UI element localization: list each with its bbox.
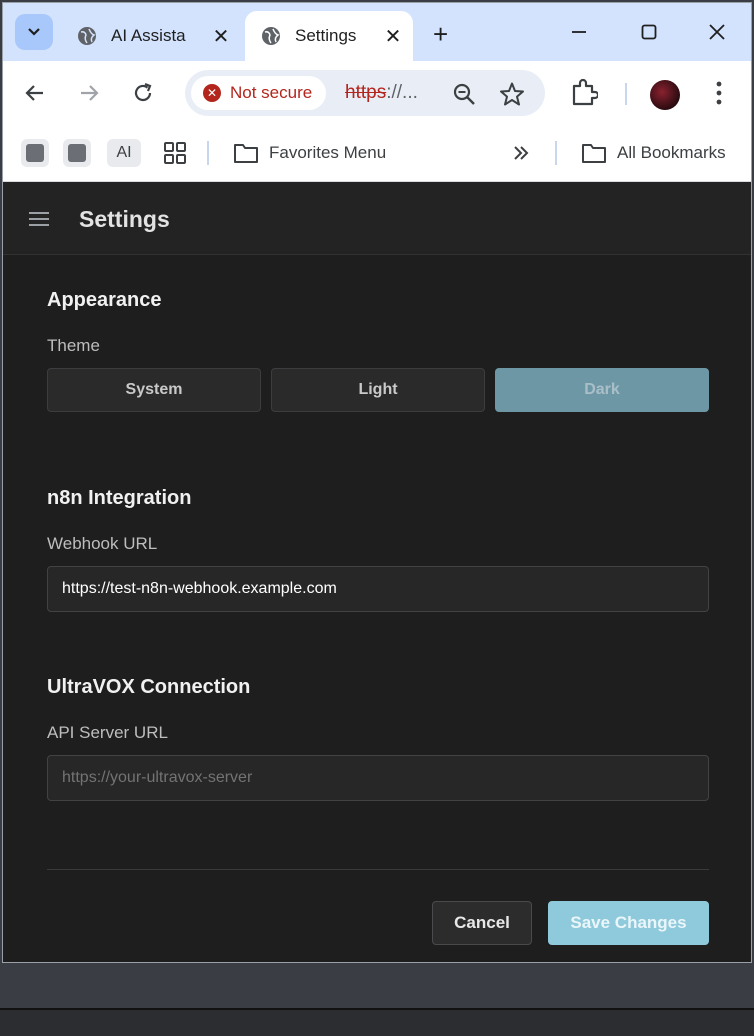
webhook-url-label: Webhook URL (47, 534, 158, 553)
arrow-left-icon (25, 85, 43, 101)
bookmark-1[interactable] (21, 139, 49, 167)
toolbar-separator (625, 83, 627, 105)
url-scheme: https (345, 82, 387, 103)
desktop-background (0, 1010, 754, 1036)
security-chip-label: Not secure (230, 83, 313, 102)
new-tab-button[interactable]: + (433, 19, 448, 50)
theme-system-button[interactable]: System (47, 368, 261, 412)
app-header: Settings (3, 182, 751, 255)
tab-strip: AI Assista ✕ Settings ✕ + (3, 3, 751, 61)
cancel-button[interactable]: Cancel (432, 901, 532, 945)
maximize-icon (641, 24, 657, 40)
security-chip[interactable]: ✕ Not secure (191, 76, 327, 110)
theme-label: Theme (47, 336, 100, 355)
theme-dark-button[interactable]: Dark (495, 368, 709, 412)
folder-icon (582, 144, 606, 163)
more-options-icon[interactable] (709, 78, 729, 108)
tab-close-icon[interactable]: ✕ (209, 24, 233, 49)
profile-avatar[interactable] (650, 80, 680, 110)
bookmark-folder-favorites[interactable]: Favorites Menu (233, 139, 386, 167)
bookmarks-bar: AI Favorites Menu All Bookmarks (3, 125, 751, 182)
close-icon (709, 24, 725, 40)
bookmark-folder-label: Favorites Menu (269, 143, 387, 162)
browser-window: AI Assista ✕ Settings ✕ + ✕ Not secure h… (2, 2, 752, 963)
bookmarks-separator (207, 141, 209, 165)
globe-icon (262, 27, 280, 45)
close-window-button[interactable] (697, 17, 737, 47)
url-text[interactable]: https://... (345, 82, 418, 104)
globe-icon (78, 27, 96, 45)
chevron-down-icon (28, 28, 40, 36)
all-bookmarks-button[interactable]: All Bookmarks (581, 139, 726, 167)
extensions-icon[interactable] (570, 77, 598, 107)
page-title: Settings (79, 206, 170, 232)
forward-button[interactable] (73, 77, 105, 109)
bookmark-ai[interactable]: AI (107, 139, 141, 167)
browser-toolbar: ✕ Not secure https://... (3, 61, 751, 125)
settings-page: Settings Appearance Theme System Light D… (3, 182, 751, 962)
arrow-right-icon (81, 85, 99, 101)
tab-close-icon[interactable]: ✕ (381, 24, 405, 49)
api-server-url-label: API Server URL (47, 723, 168, 742)
tab-ai-assistant[interactable]: AI Assista ✕ (61, 11, 241, 61)
ultravox-section-title: UltraVOX Connection (47, 676, 251, 698)
save-changes-button[interactable]: Save Changes (548, 901, 709, 945)
webhook-url-input[interactable] (47, 566, 709, 612)
error-icon: ✕ (203, 84, 221, 102)
bookmark-favicon-icon (68, 144, 86, 162)
chevrons-right-icon[interactable] (511, 143, 531, 163)
bookmark-favicon-icon (26, 144, 44, 162)
tab-settings[interactable]: Settings ✕ (245, 11, 413, 61)
star-icon[interactable] (499, 81, 525, 107)
minimize-icon (572, 31, 586, 33)
reload-icon (134, 82, 152, 102)
appearance-section-title: Appearance (47, 289, 162, 311)
reload-button[interactable] (127, 77, 159, 109)
tab-title: AI Assista (111, 26, 186, 45)
maximize-button[interactable] (629, 17, 669, 47)
folder-icon (234, 144, 258, 163)
api-server-url-input[interactable] (47, 755, 709, 801)
bookmark-2[interactable] (63, 139, 91, 167)
bookmarks-separator (555, 141, 557, 165)
theme-light-button[interactable]: Light (271, 368, 485, 412)
zoom-out-icon[interactable] (451, 81, 477, 107)
actions-divider (47, 869, 709, 870)
n8n-section-title: n8n Integration (47, 487, 192, 509)
address-bar[interactable]: ✕ Not secure https://... (185, 70, 545, 116)
menu-icon[interactable] (29, 212, 49, 226)
back-button[interactable] (19, 77, 51, 109)
all-bookmarks-label: All Bookmarks (617, 143, 726, 162)
apps-grid-icon[interactable] (163, 141, 187, 165)
tab-title: Settings (295, 26, 357, 45)
url-rest: ://... (386, 82, 418, 103)
minimize-button[interactable] (559, 17, 599, 47)
tab-search-button[interactable] (15, 14, 53, 50)
